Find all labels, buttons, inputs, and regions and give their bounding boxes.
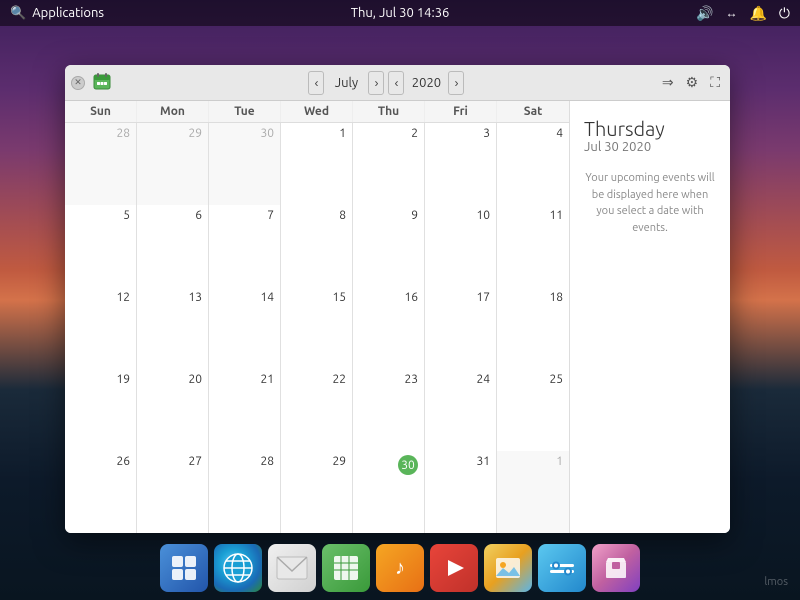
calendar-day[interactable]: 29 xyxy=(137,123,209,205)
month-label: July xyxy=(326,76,366,90)
calendar-day-today[interactable]: 30 xyxy=(353,451,425,533)
calendar-day[interactable]: 28 xyxy=(65,123,137,205)
calendar-window: ✕ ‹ July › ‹ 2020 › xyxy=(65,65,730,533)
topbar: 🔍 Applications Thu, Jul 30 14:36 🔊 ↔ 🔔 ⏻ xyxy=(0,0,800,26)
calendar-grid: Sun Mon Tue Wed Thu Fri Sat 28 29 30 1 2… xyxy=(65,101,570,533)
calendar-header-row: Sun Mon Tue Wed Thu Fri Sat xyxy=(65,101,569,123)
topbar-right: 🔊 ↔ 🔔 ⏻ xyxy=(696,5,790,22)
month-nav: ‹ July › xyxy=(308,71,384,95)
week-row: 26 27 28 29 30 31 1 xyxy=(65,451,569,533)
dock-item-settings[interactable] xyxy=(538,544,586,592)
calendar-day[interactable]: 23 xyxy=(353,369,425,451)
search-icon: 🔍 xyxy=(10,6,26,21)
calendar-day[interactable]: 27 xyxy=(137,451,209,533)
year-label: 2020 xyxy=(406,76,446,90)
header-tue: Tue xyxy=(209,101,281,122)
calendar-day[interactable]: 26 xyxy=(65,451,137,533)
calendar-day[interactable]: 8 xyxy=(281,205,353,287)
dock-item-photos[interactable] xyxy=(484,544,532,592)
topbar-left: 🔍 Applications xyxy=(10,6,104,21)
calendar-day[interactable]: 7 xyxy=(209,205,281,287)
calendar-day[interactable]: 1 xyxy=(497,451,569,533)
settings-button[interactable]: ⚙ xyxy=(682,72,703,93)
dock-item-spreadsheet[interactable] xyxy=(322,544,370,592)
dock-item-multitasking[interactable] xyxy=(160,544,208,592)
week-row: 5 6 7 8 9 10 11 xyxy=(65,205,569,287)
calendar-day[interactable]: 12 xyxy=(65,287,137,369)
calendar-toolbar: ✕ ‹ July › ‹ 2020 › xyxy=(65,65,730,101)
volume-icon[interactable]: 🔊 xyxy=(696,5,713,22)
calendar-day[interactable]: 30 xyxy=(209,123,281,205)
calendar-day[interactable]: 17 xyxy=(425,287,497,369)
calendar-day[interactable]: 20 xyxy=(137,369,209,451)
power-icon[interactable]: ⏻ xyxy=(779,5,790,22)
calendar-day[interactable]: 1 xyxy=(281,123,353,205)
calendar-day[interactable]: 31 xyxy=(425,451,497,533)
calendar-day[interactable]: 28 xyxy=(209,451,281,533)
week-row: 12 13 14 15 16 17 18 xyxy=(65,287,569,369)
next-month-button[interactable]: › xyxy=(368,71,384,95)
calendar-home-button[interactable] xyxy=(89,70,115,95)
dock-item-video[interactable] xyxy=(430,544,478,592)
prev-year-button[interactable]: ‹ xyxy=(388,71,404,95)
calendar-day[interactable]: 13 xyxy=(137,287,209,369)
week-row: 28 29 30 1 2 3 4 xyxy=(65,123,569,205)
applications-label[interactable]: Applications xyxy=(32,6,104,20)
calendar-day[interactable]: 19 xyxy=(65,369,137,451)
next-year-button[interactable]: › xyxy=(448,71,464,95)
calendar-day[interactable]: 5 xyxy=(65,205,137,287)
calendar-day[interactable]: 9 xyxy=(353,205,425,287)
fullscreen-button[interactable]: ⛶ xyxy=(706,72,724,93)
calendar-day[interactable]: 3 xyxy=(425,123,497,205)
calendar-day[interactable]: 21 xyxy=(209,369,281,451)
calendar-day[interactable]: 2 xyxy=(353,123,425,205)
window-close-button[interactable]: ✕ xyxy=(71,76,85,90)
calendar-day[interactable]: 11 xyxy=(497,205,569,287)
header-fri: Fri xyxy=(425,101,497,122)
topbar-datetime: Thu, Jul 30 14:36 xyxy=(351,6,450,20)
calendar-day[interactable]: 29 xyxy=(281,451,353,533)
dock-item-music[interactable]: ♪ xyxy=(376,544,424,592)
calendar-body: Sun Mon Tue Wed Thu Fri Sat 28 29 30 1 2… xyxy=(65,101,730,533)
calendar-day[interactable]: 14 xyxy=(209,287,281,369)
header-wed: Wed xyxy=(281,101,353,122)
notification-icon[interactable]: 🔔 xyxy=(749,5,766,22)
calendar-day[interactable]: 24 xyxy=(425,369,497,451)
calendar-day[interactable]: 4 xyxy=(497,123,569,205)
sync-button[interactable]: ⇒ xyxy=(658,72,678,93)
sidebar-day-name: Thursday xyxy=(584,117,716,140)
header-thu: Thu xyxy=(353,101,425,122)
calendar-sidebar: Thursday Jul 30 2020 Your upcoming event… xyxy=(570,101,730,533)
calendar-day[interactable]: 22 xyxy=(281,369,353,451)
sidebar-date: Jul 30 2020 xyxy=(584,140,716,154)
dock-item-store[interactable] xyxy=(592,544,640,592)
svg-text:♪: ♪ xyxy=(395,555,405,578)
calendar-day[interactable]: 25 xyxy=(497,369,569,451)
calendar-day[interactable]: 18 xyxy=(497,287,569,369)
dock: ♪ xyxy=(0,544,800,592)
year-nav: ‹ 2020 › xyxy=(388,71,464,95)
calendar-day[interactable]: 6 xyxy=(137,205,209,287)
calendar-day[interactable]: 15 xyxy=(281,287,353,369)
header-sat: Sat xyxy=(497,101,569,122)
prev-month-button[interactable]: ‹ xyxy=(308,71,324,95)
week-row: 19 20 21 22 23 24 25 xyxy=(65,369,569,451)
header-sun: Sun xyxy=(65,101,137,122)
calendar-day[interactable]: 16 xyxy=(353,287,425,369)
network-icon[interactable]: ↔ xyxy=(725,6,737,20)
calendar-day[interactable]: 10 xyxy=(425,205,497,287)
sidebar-events-message: Your upcoming events will be displayed h… xyxy=(584,170,716,236)
dock-item-mail[interactable] xyxy=(268,544,316,592)
dock-item-browser[interactable] xyxy=(214,544,262,592)
header-mon: Mon xyxy=(137,101,209,122)
